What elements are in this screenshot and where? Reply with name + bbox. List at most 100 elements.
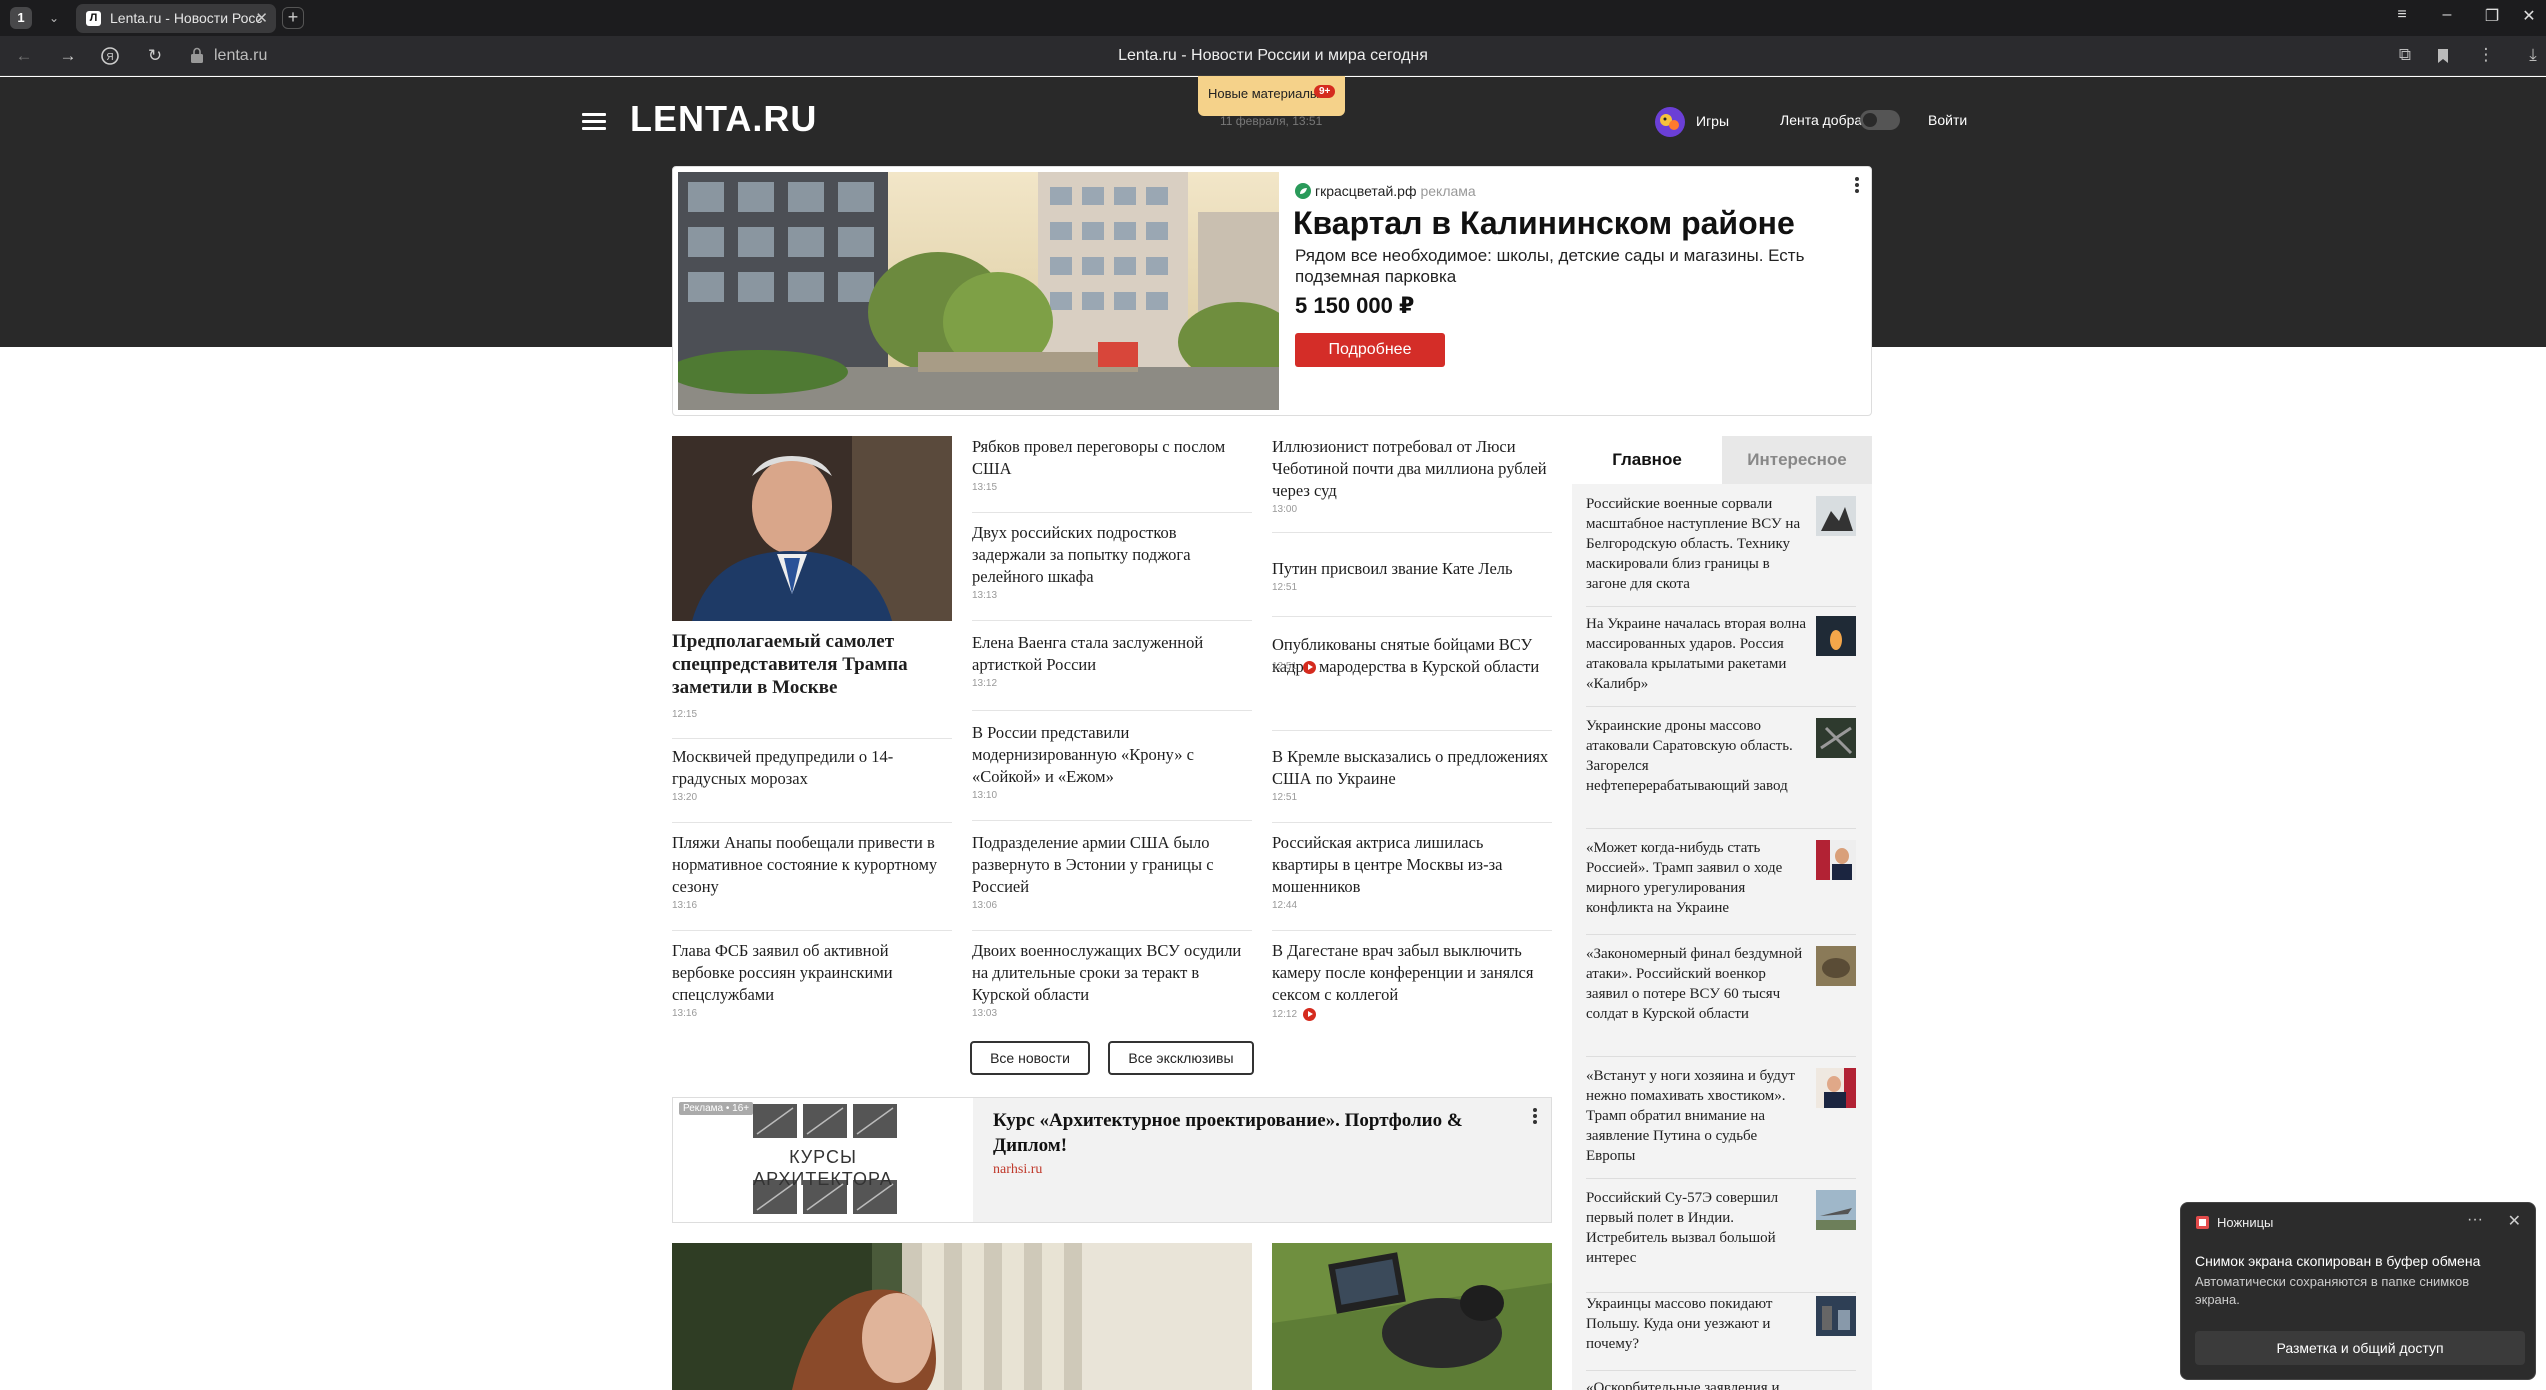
- tab-main[interactable]: Главное: [1572, 436, 1722, 484]
- sidebar-news-item[interactable]: На Украине началась вторая волна массиро…: [1586, 614, 1856, 694]
- featured-news-time: 12:15: [672, 709, 698, 720]
- ad-source-domain: гкрасцветай.рф: [1315, 183, 1417, 199]
- close-window-icon[interactable]: ✕: [2514, 6, 2544, 26]
- sidebar-news-item[interactable]: «Закономерный финал бездумной атаки». Ро…: [1586, 944, 1856, 1024]
- close-tab-icon[interactable]: ✕: [255, 4, 268, 33]
- minimize-icon[interactable]: –: [2432, 6, 2462, 24]
- sidebar-news-item[interactable]: «Оскорбительные заявления и: [1586, 1378, 1856, 1390]
- more-options-icon[interactable]: ⋮: [2473, 45, 2499, 65]
- tab-interesting[interactable]: Интересное: [1722, 436, 1872, 484]
- news-time: 12:51: [1272, 792, 1298, 803]
- all-exclusives-button[interactable]: Все эксклюзивы: [1108, 1041, 1254, 1075]
- news-item[interactable]: Двух российских подростков задержали за …: [972, 522, 1252, 602]
- video-play-icon: [1303, 660, 1317, 674]
- news-photo-woman[interactable]: [672, 1243, 1252, 1390]
- news-item[interactable]: Опубликованы снятые бойцами ВСУ кадры ма…: [1272, 634, 1552, 676]
- tab-title: Lenta.ru - Новости Росс: [110, 10, 263, 26]
- all-news-button[interactable]: Все новости: [970, 1041, 1090, 1075]
- menu-icon[interactable]: ≡: [2387, 6, 2417, 24]
- sidebar-news-thumbnail: [1816, 840, 1856, 880]
- news-title: Пляжи Анапы пообещали привести в нормати…: [672, 833, 938, 896]
- news-item[interactable]: В Кремле высказались о предложениях США …: [1272, 746, 1552, 804]
- bookmark-icon[interactable]: [2430, 45, 2456, 64]
- new-materials-label: Новые материалы: [1208, 86, 1320, 101]
- divider: [972, 710, 1252, 711]
- sidebar-news-item[interactable]: «Встанут у ноги хозяина и будут нежно по…: [1586, 1066, 1856, 1166]
- banner-ad[interactable]: гкрасцветай.рф реклама Квартал в Калининс…: [672, 166, 1872, 416]
- news-item[interactable]: В России представили модернизированную «…: [972, 722, 1252, 802]
- snipping-tool-notification[interactable]: Ножницы ··· ✕ Снимок экрана скопирован в…: [2180, 1202, 2536, 1380]
- divider: [1272, 930, 1552, 931]
- divider: [972, 512, 1252, 513]
- browser-tab-bar: 1 ⌄ Л Lenta.ru - Новости Росс ✕ + ≡ – ❐ …: [0, 0, 2546, 36]
- divider: [1586, 1292, 1856, 1293]
- featured-news-image[interactable]: [672, 436, 952, 621]
- lenta-dobra-toggle[interactable]: [1860, 110, 1900, 130]
- sidebar-news-title: «Встанут у ноги хозяина и будут нежно по…: [1586, 1068, 1795, 1164]
- course-ad-site[interactable]: narhsi.ru: [993, 1162, 1042, 1178]
- divider: [972, 820, 1252, 821]
- notification-heading: Снимок экрана скопирован в буфер обмена: [2195, 1253, 2481, 1269]
- news-time: 13:16: [672, 1008, 698, 1019]
- news-item[interactable]: Путин присвоил звание Кате Лель 12:51: [1272, 558, 1552, 594]
- sidebar-news-item[interactable]: Украинские дроны массово атаковали Сарат…: [1586, 716, 1856, 796]
- news-item[interactable]: В Дагестане врач забыл выключить камеру …: [1272, 940, 1552, 1021]
- news-item[interactable]: Москвичей предупредили о 14-градусных мо…: [672, 746, 952, 804]
- sidebar-news-item[interactable]: «Может когда-нибудь стать Россией». Трам…: [1586, 838, 1856, 918]
- browser-tab[interactable]: Л Lenta.ru - Новости Росс ✕: [76, 4, 276, 33]
- news-item[interactable]: Пляжи Анапы пообещали привести в нормати…: [672, 832, 952, 912]
- page-scrollbar[interactable]: [2536, 347, 2546, 1390]
- sidebar-news-title: Российский Су-57Э совершил первый полет …: [1586, 1190, 1779, 1266]
- divider: [1272, 616, 1552, 617]
- login-link[interactable]: Войти: [1928, 112, 1967, 128]
- sidebar-news-thumbnail: [1816, 1068, 1856, 1108]
- games-link[interactable]: Игры: [1654, 106, 1729, 137]
- course-ad-title[interactable]: Курс «Архитектурное проектирование». Пор…: [993, 1108, 1513, 1158]
- news-item[interactable]: Рябков провел переговоры с послом США 13…: [972, 436, 1252, 494]
- notification-more-icon[interactable]: ···: [2467, 1211, 2483, 1229]
- divider: [1272, 822, 1552, 823]
- news-item[interactable]: Иллюзионист потребовал от Люси Чеботиной…: [1272, 436, 1552, 516]
- ad-label: реклама: [1420, 183, 1476, 199]
- news-item[interactable]: Глава ФСБ заявил об активной вербовке ро…: [672, 940, 952, 1020]
- notification-close-icon[interactable]: ✕: [2508, 1211, 2521, 1231]
- divider: [672, 930, 952, 931]
- ad-options-icon[interactable]: [1525, 1106, 1545, 1128]
- new-tab-button[interactable]: +: [282, 7, 304, 29]
- sidebar-news-title: Российские военные сорвали масштабное на…: [1586, 496, 1801, 592]
- news-time: 12:44: [1272, 900, 1298, 911]
- hamburger-menu-icon[interactable]: [582, 113, 606, 130]
- featured-news-title[interactable]: Предполагаемый самолет спецпредставителя…: [672, 630, 952, 699]
- download-icon[interactable]: ⤓: [2520, 45, 2546, 65]
- news-time: 13:12: [972, 678, 998, 689]
- news-item[interactable]: Российская актриса лишилась квартиры в ц…: [1272, 832, 1552, 912]
- tab-list-chevron-icon[interactable]: ⌄: [44, 8, 64, 28]
- sidebar-news-item[interactable]: Российский Су-57Э совершил первый полет …: [1586, 1188, 1856, 1268]
- news-item[interactable]: Подразделение армии США было развернуто …: [972, 832, 1252, 912]
- course-ad-image[interactable]: Реклама • 16+ КУРСЫ АРХИТЕКТОРА: [673, 1098, 973, 1222]
- divider: [1586, 606, 1856, 607]
- divider: [1272, 730, 1552, 731]
- ad-title[interactable]: Квартал в Калининском районе: [1293, 205, 1853, 242]
- news-time: 13:20: [672, 792, 698, 803]
- markup-share-button[interactable]: Разметка и общий доступ: [2195, 1331, 2525, 1365]
- divider: [1586, 828, 1856, 829]
- ad-source[interactable]: гкрасцветай.рф реклама: [1295, 183, 1476, 199]
- site-logo[interactable]: LENTA.RU: [630, 98, 817, 140]
- ad-options-icon[interactable]: [1847, 175, 1867, 197]
- divider: [672, 738, 952, 739]
- tab-counter[interactable]: 1: [10, 7, 32, 29]
- divider: [1272, 532, 1552, 533]
- restore-icon[interactable]: ❐: [2477, 6, 2507, 26]
- browser-address-bar: ← → Я ↻ lenta.ru Lenta.ru - Новости Росс…: [0, 36, 2546, 76]
- banner-ad-image[interactable]: [678, 172, 1279, 410]
- course-ad[interactable]: Реклама • 16+ КУРСЫ АРХИТЕКТОРА Курс «Арх…: [672, 1097, 1552, 1223]
- sidebar-news-item[interactable]: Украинцы массово покидают Польшу. Куда о…: [1586, 1294, 1856, 1354]
- translate-icon[interactable]: ⧉: [2392, 45, 2418, 65]
- ad-more-button[interactable]: Подробнее: [1295, 333, 1445, 367]
- sidebar-news-item[interactable]: Российские военные сорвали масштабное на…: [1586, 494, 1856, 594]
- new-materials-badge[interactable]: Новые материалы 9+: [1198, 76, 1345, 116]
- news-item[interactable]: Двоих военнослужащих ВСУ осудили на длит…: [972, 940, 1252, 1020]
- news-item[interactable]: Елена Ваенга стала заслуженной артисткой…: [972, 632, 1252, 690]
- news-photo-drone-operator[interactable]: [1272, 1243, 1552, 1390]
